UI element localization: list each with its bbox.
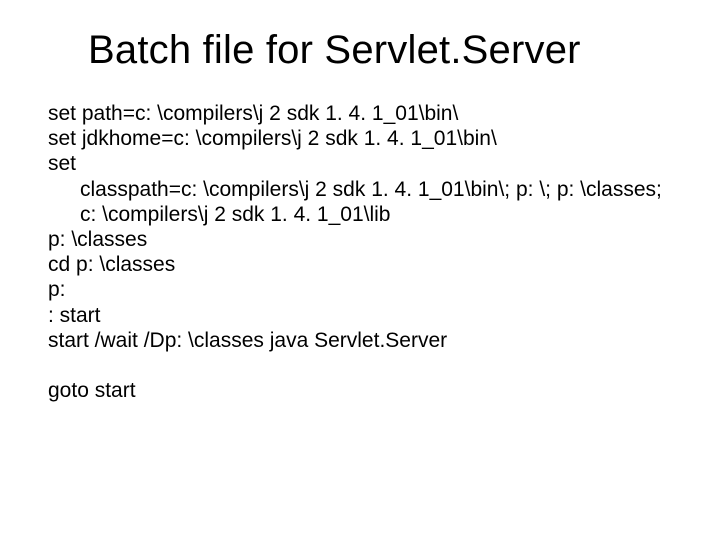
code-line: p: \classes <box>48 227 672 252</box>
slide-title: Batch file for Servlet.Server <box>88 28 672 73</box>
code-line: p: <box>48 277 672 302</box>
code-line: : start <box>48 303 672 328</box>
slide-body: set path=c: \compilers\j 2 sdk 1. 4. 1_0… <box>48 101 672 403</box>
blank-line <box>48 353 672 378</box>
code-line: classpath=c: \compilers\j 2 sdk 1. 4. 1_… <box>48 177 672 202</box>
code-line: goto start <box>48 378 672 403</box>
slide: Batch file for Servlet.Server set path=c… <box>0 0 720 540</box>
code-line: set path=c: \compilers\j 2 sdk 1. 4. 1_0… <box>48 101 672 126</box>
code-line: c: \compilers\j 2 sdk 1. 4. 1_01\lib <box>48 202 672 227</box>
code-line: set <box>48 151 672 176</box>
code-line: cd p: \classes <box>48 252 672 277</box>
code-line: set jdkhome=c: \compilers\j 2 sdk 1. 4. … <box>48 126 672 151</box>
code-line: start /wait /Dp: \classes java Servlet.S… <box>48 328 672 353</box>
